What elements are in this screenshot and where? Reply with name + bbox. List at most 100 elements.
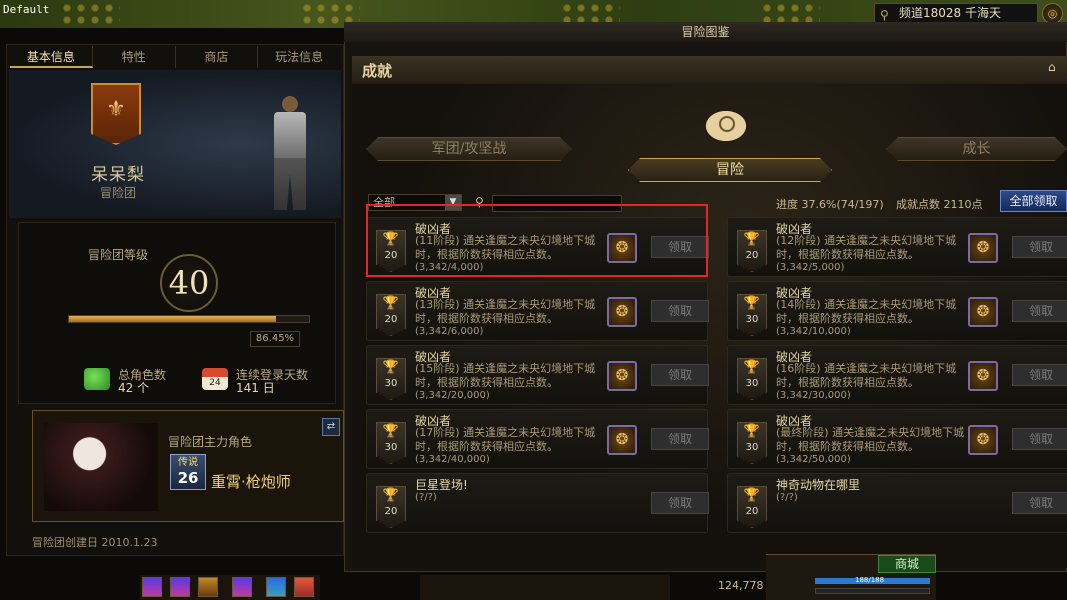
claim-button[interactable]: 领取 <box>651 428 709 450</box>
achievement-points-value: 30 <box>384 378 398 389</box>
team-created-date: 冒险团创建日 2010.1.23 <box>32 536 158 549</box>
login-days-value: 141 日 <box>236 381 275 395</box>
mp-bar <box>815 588 930 594</box>
character-figure <box>262 96 318 216</box>
reward-icon[interactable]: ❂ <box>968 425 998 455</box>
achievement-progress: (3,342/5,000) <box>776 262 845 273</box>
tab-gameplay-info[interactable]: 玩法信息 <box>258 46 340 68</box>
reward-icon[interactable]: ❂ <box>968 297 998 327</box>
reward-icon[interactable]: ❂ <box>968 361 998 391</box>
reward-icon[interactable]: ❂ <box>607 297 637 327</box>
reward-icon[interactable]: ❂ <box>968 233 998 263</box>
achievement-points-value: 30 <box>384 442 398 453</box>
tab-traits[interactable]: 特性 <box>93 46 176 68</box>
achievement-description: (12阶段) 通关逢魔之未央幻境地下城时，根据阶数获得相应点数。 <box>776 234 957 261</box>
calendar-icon: 24 <box>202 368 228 390</box>
claim-button[interactable]: 领取 <box>651 364 709 386</box>
achievement-progress: (3,342/10,000) <box>776 326 851 337</box>
reward-icon[interactable]: ❂ <box>607 361 637 391</box>
achievement-description: (16阶段) 通关逢魔之未央幻境地下城时，根据阶数获得相应点数。 <box>776 362 957 389</box>
exp-bar <box>68 315 310 323</box>
achievement-progress: (3,342/20,000) <box>415 390 490 401</box>
legend-level-badge: 传说 26 <box>170 454 206 490</box>
achievement-card: 🏆 30 破凶者 (15阶段) 通关逢魔之未央幻境地下城时，根据阶数获得相应点数。 (3… <box>366 345 709 405</box>
team-name: 呆呆梨 <box>91 165 145 185</box>
claim-button[interactable]: 领取 <box>1012 300 1067 322</box>
team-level: 40 <box>160 254 218 312</box>
swap-icon[interactable]: ⇄ <box>322 418 340 436</box>
hp-text: 188/188 <box>855 576 885 584</box>
claim-button[interactable]: 领取 <box>1012 428 1067 450</box>
achievement-description: (最终阶段) 通关逢魔之未央幻境地下城时，根据阶数获得相应点数。 <box>776 426 965 453</box>
people-icon <box>84 368 110 390</box>
tab-shop[interactable]: 商店 <box>176 46 259 68</box>
trophy-icon: 🏆 30 <box>376 358 406 400</box>
achievement-points-value: 30 <box>745 378 759 389</box>
claim-button[interactable]: 领取 <box>1012 492 1067 514</box>
skill-slot[interactable] <box>142 577 162 597</box>
achievement-title: 巨星登场! <box>415 478 468 492</box>
achievement-points-value: 30 <box>745 442 759 453</box>
quick-slot-bar <box>420 575 670 600</box>
skill-slot[interactable] <box>198 577 218 597</box>
claim-button[interactable]: 领取 <box>1012 364 1067 386</box>
trophy-icon: 🏆 20 <box>737 230 767 272</box>
skill-bar <box>140 575 320 600</box>
section-header <box>352 56 1067 84</box>
claim-button[interactable]: 领取 <box>1012 236 1067 258</box>
main-character-level: 26 <box>177 469 199 487</box>
gold-amount: 124,778 <box>718 579 764 592</box>
main-character-label: 冒险团主力角色 <box>168 435 253 449</box>
info-tabs: 基本信息 特性 商店 玩法信息 <box>10 46 340 68</box>
trophy-icon: 🏆 20 <box>376 486 406 528</box>
reward-icon[interactable]: ❂ <box>607 425 637 455</box>
exp-bar-fill <box>69 316 277 322</box>
total-chars-stat: 总角色数 42 个 <box>118 369 166 395</box>
trophy-icon: 🏆 30 <box>737 422 767 464</box>
tab-legion-raid[interactable]: 军团/攻坚战 <box>366 137 572 161</box>
foliage-decoration <box>60 2 120 26</box>
achievement-progress: (?/?) <box>776 492 798 503</box>
receive-all-button[interactable]: 全部领取 <box>1000 190 1067 212</box>
main-character-name: 重霄·枪炮师 <box>211 473 291 491</box>
exp-percent: 86.45% <box>250 331 300 347</box>
shop-button[interactable]: 商城 <box>878 555 936 573</box>
trophy-icon: 🏆 20 <box>737 486 767 528</box>
skill-slot[interactable] <box>294 577 314 597</box>
achievement-card: 🏆 30 破凶者 (17阶段) 通关逢魔之未央幻境地下城时，根据阶数获得相应点数。 (3… <box>366 409 709 469</box>
claim-button[interactable]: 领取 <box>651 300 709 322</box>
achievement-points-value: 20 <box>384 506 398 517</box>
team-subtitle: 冒险团 <box>99 186 136 200</box>
login-days-stat: 连续登录天数 141 日 <box>236 369 308 395</box>
total-chars-value: 42 个 <box>118 381 150 395</box>
skill-slot[interactable] <box>266 577 286 597</box>
channel-selector[interactable]: ⚲ 频道18028 千海天 <box>874 3 1038 23</box>
achievement-description: (17阶段) 通关逢魔之未央幻境地下城时，根据阶数获得相应点数。 <box>415 426 596 453</box>
tab-growth[interactable]: 成长 <box>886 137 1067 161</box>
achievement-points-value: 20 <box>384 314 398 325</box>
highlight-box <box>366 204 708 277</box>
achievement-card: 🏆 20 神奇动物在哪里 (?/?) 领取 <box>727 473 1067 533</box>
window-title: 冒险图鉴 <box>344 22 1067 42</box>
claim-button[interactable]: 领取 <box>651 492 709 514</box>
section-title: 成就 <box>362 62 393 80</box>
progress-text: 进度 37.6%(74/197) <box>776 198 884 211</box>
achievement-description: (13阶段) 通关逢魔之未央幻境地下城时，根据阶数获得相应点数。 <box>415 298 596 325</box>
skill-slot[interactable] <box>170 577 190 597</box>
trophy-icon: 🏆 30 <box>376 422 406 464</box>
achievement-card: 🏆 30 破凶者 (14阶段) 通关逢魔之未央幻境地下城时，根据阶数获得相应点数。 (3… <box>727 281 1067 341</box>
achievement-card: 🏆 30 破凶者 (16阶段) 通关逢魔之未央幻境地下城时，根据阶数获得相应点数。 (3… <box>727 345 1067 405</box>
tab-adventure[interactable]: 冒险 <box>628 158 832 182</box>
main-character-portrait <box>44 423 158 511</box>
home-icon[interactable]: ⌂ <box>1048 60 1056 74</box>
legend-tier: 传说 <box>178 457 198 468</box>
skill-slot[interactable] <box>232 577 252 597</box>
achievement-card: 🏆 20 破凶者 (12阶段) 通关逢魔之未央幻境地下城时，根据阶数获得相应点数。 (3… <box>727 217 1067 277</box>
tab-basic-info[interactable]: 基本信息 <box>10 46 93 68</box>
achievement-points: 成就点数 2110点 <box>896 198 983 211</box>
achievement-card: 🏆 20 巨星登场! (?/?) 领取 <box>366 473 709 533</box>
settings-round-button[interactable]: ◎ <box>1042 3 1063 24</box>
achievement-card: 🏆 30 破凶者 (最终阶段) 通关逢魔之未央幻境地下城时，根据阶数获得相应点数。 (3… <box>727 409 1067 469</box>
achievement-description: (14阶段) 通关逢魔之未央幻境地下城时，根据阶数获得相应点数。 <box>776 298 957 325</box>
achievement-card: 🏆 20 破凶者 (13阶段) 通关逢魔之未央幻境地下城时，根据阶数获得相应点数。 (3… <box>366 281 709 341</box>
